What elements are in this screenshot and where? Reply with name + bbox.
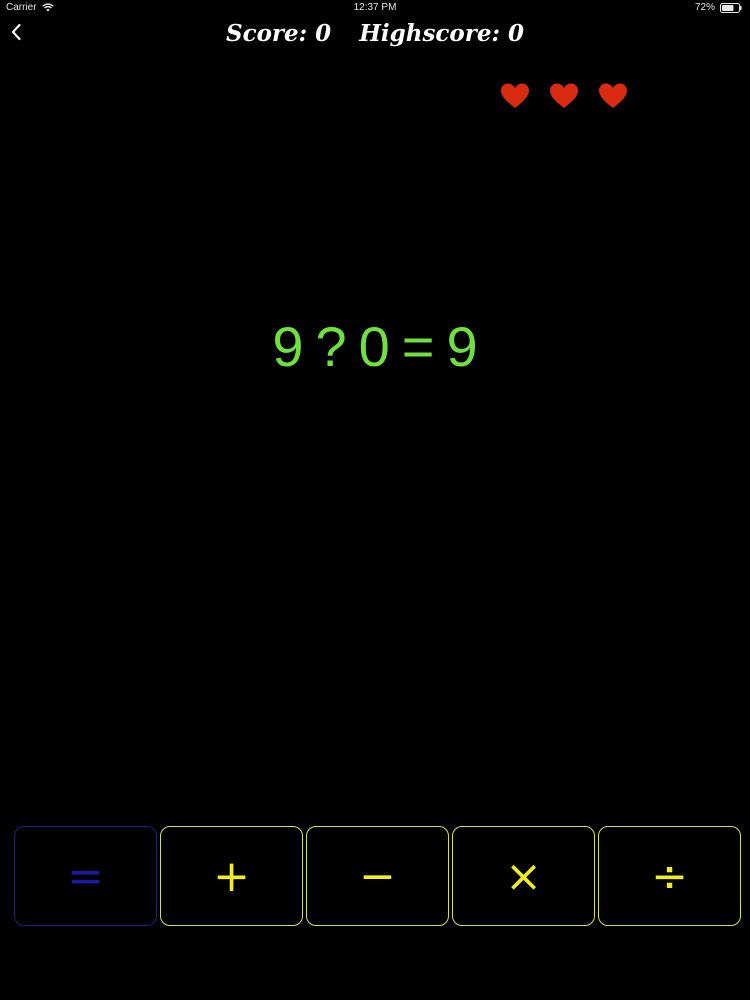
equation-unknown-operator: ? bbox=[315, 314, 347, 378]
equation: 9 ? 0 = 9 bbox=[0, 308, 750, 384]
highscore-label: Highscore: 0 bbox=[359, 20, 525, 47]
operator-minus-button[interactable]: − bbox=[306, 826, 449, 926]
lives-indicator bbox=[500, 82, 628, 110]
operator-plus-button[interactable]: + bbox=[160, 826, 303, 926]
operator-buttons: = + − × ÷ bbox=[14, 826, 742, 926]
score-label: Score: 0 bbox=[225, 20, 332, 47]
operator-multiply-button[interactable]: × bbox=[452, 826, 595, 926]
operator-equals-button[interactable]: = bbox=[14, 826, 157, 926]
equation-right-operand: 0 bbox=[358, 314, 390, 378]
operator-divide-button[interactable]: ÷ bbox=[598, 826, 741, 926]
equation-left-operand: 9 bbox=[272, 314, 304, 378]
heart-icon bbox=[501, 83, 529, 108]
status-right: 72% bbox=[695, 2, 742, 13]
equation-equals: = bbox=[401, 314, 435, 378]
heart-icon bbox=[599, 83, 627, 108]
status-time: 12:37 PM bbox=[353, 2, 397, 13]
status-bar: Carrier 12:37 PM 72% bbox=[0, 0, 750, 16]
equation-result: 9 bbox=[446, 314, 478, 378]
battery-percent: 72% bbox=[694, 2, 715, 13]
battery-icon bbox=[720, 2, 742, 13]
score-header: Score: 0 Highscore: 0 bbox=[0, 20, 750, 56]
heart-icon bbox=[550, 83, 578, 108]
